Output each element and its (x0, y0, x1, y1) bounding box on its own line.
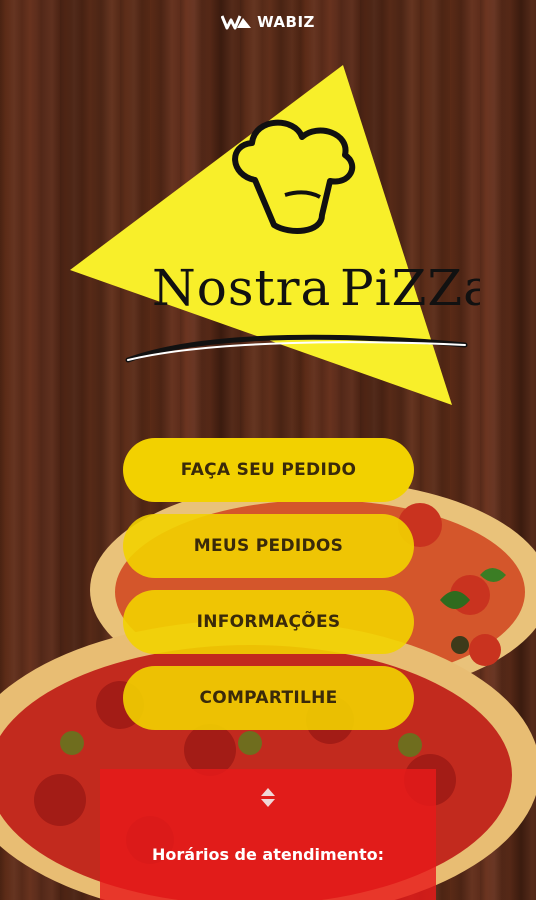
opening-hours-panel: Horários de atendimento: (100, 769, 436, 900)
arrow-up-icon (261, 787, 275, 796)
brand-bar: WABIZ (0, 0, 536, 44)
my-orders-label: MEUS PEDIDOS (193, 536, 344, 556)
main-menu: FAÇA SEU PEDIDO MEUS PEDIDOS INFORMAÇÕES… (123, 438, 414, 742)
nostra-pizza-logo: Nostra PiZZa (70, 65, 480, 405)
expand-collapse-icon[interactable] (256, 783, 280, 811)
logo-text-line1: Nostra (152, 259, 331, 317)
place-order-button[interactable]: FAÇA SEU PEDIDO (123, 438, 414, 502)
arrow-down-icon (261, 798, 275, 807)
logo-text-line2: PiZZa (340, 259, 480, 317)
information-label: INFORMAÇÕES (196, 612, 341, 632)
brand-name: WABIZ (257, 13, 315, 31)
information-button[interactable]: INFORMAÇÕES (123, 590, 414, 654)
share-label: COMPARTILHE (199, 688, 338, 708)
opening-hours-title: Horários de atendimento: (152, 845, 384, 864)
wabiz-logo-icon (221, 15, 252, 30)
share-button[interactable]: COMPARTILHE (123, 666, 414, 730)
place-order-label: FAÇA SEU PEDIDO (180, 460, 357, 480)
my-orders-button[interactable]: MEUS PEDIDOS (123, 514, 414, 578)
